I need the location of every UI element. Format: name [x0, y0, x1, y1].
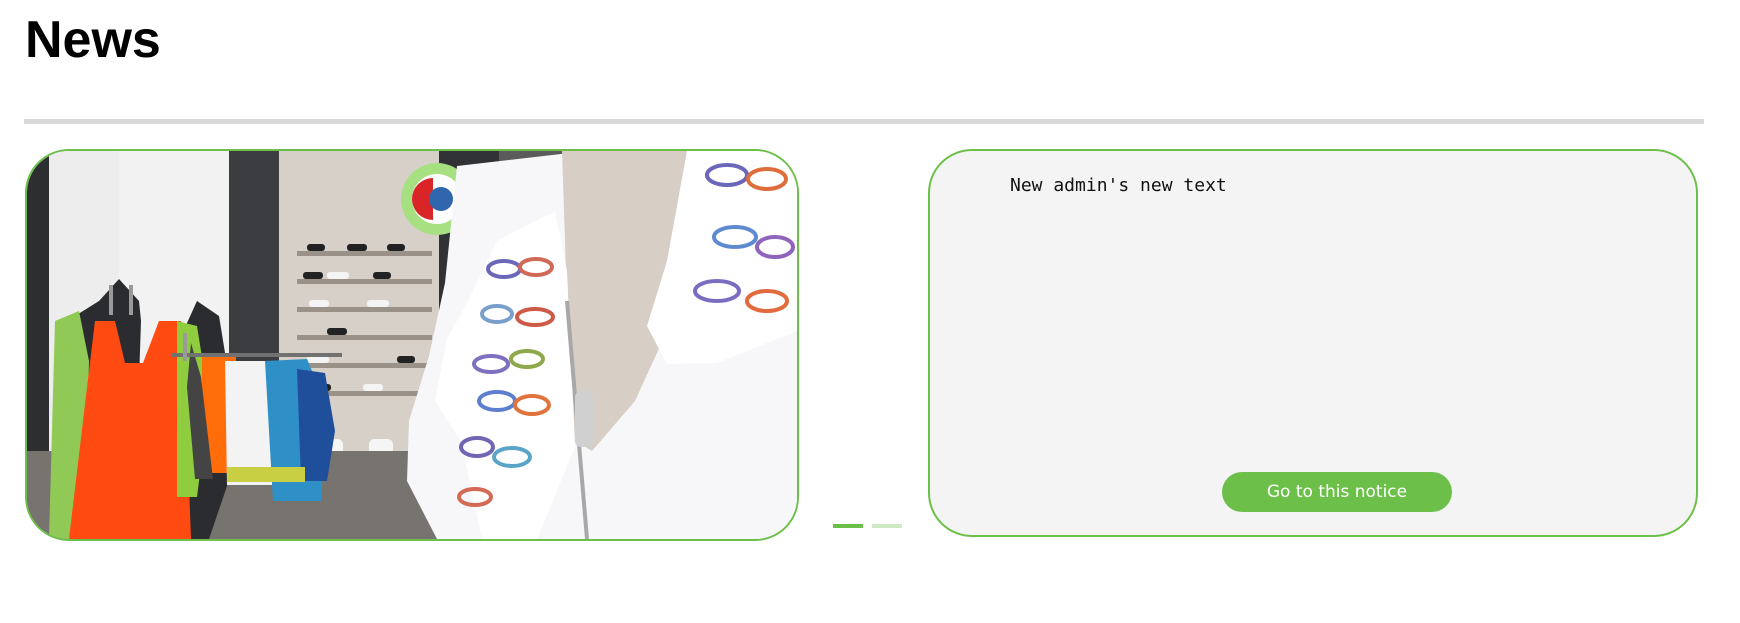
news-image-card[interactable]	[25, 149, 799, 541]
title-divider	[24, 119, 1704, 124]
carousel-dot-2[interactable]	[872, 524, 902, 528]
notice-card: New admin's new text Go to this notice	[928, 149, 1698, 537]
store-clothing-photo	[27, 151, 797, 539]
carousel-dot-1[interactable]	[833, 524, 863, 528]
notice-text: New admin's new text	[1010, 175, 1227, 196]
carousel-dots	[833, 524, 902, 528]
go-to-notice-button[interactable]: Go to this notice	[1222, 472, 1452, 512]
page-title: News	[25, 11, 161, 69]
